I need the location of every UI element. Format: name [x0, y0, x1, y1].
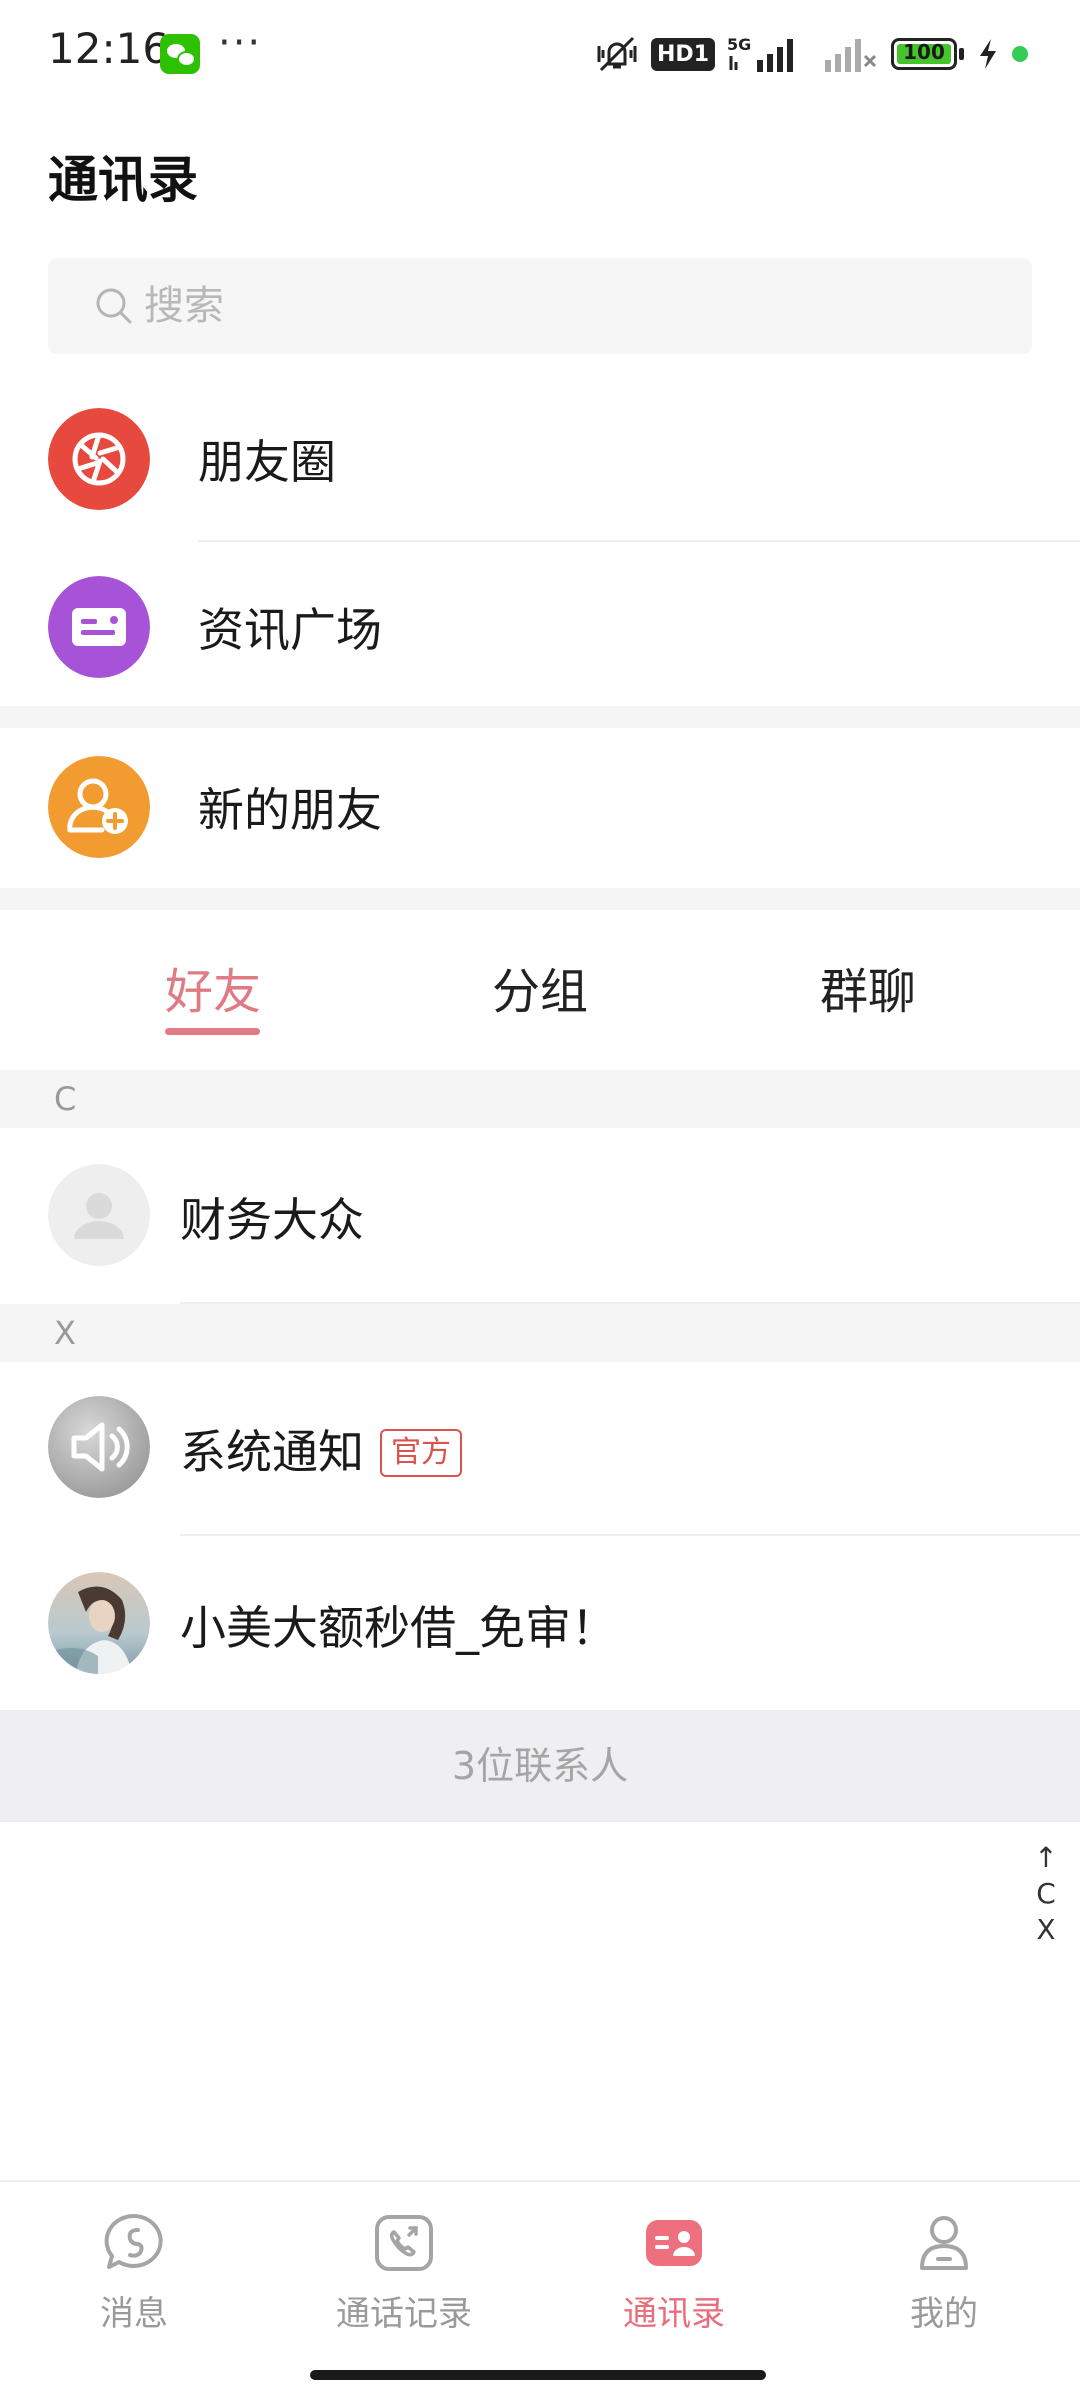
official-badge: 官方 [380, 1428, 462, 1477]
feature-label: 新的朋友 [198, 783, 382, 837]
contact-item[interactable]: 小美大额秒借_免审！ [0, 1536, 1080, 1710]
section-gap [0, 888, 1080, 910]
battery-icon: 100 [891, 38, 957, 70]
news-card-icon [48, 576, 150, 678]
more-notifications-icon: ··· [218, 20, 263, 66]
contacts-icon [646, 2220, 702, 2266]
nav-messages[interactable]: 消息 [34, 2212, 234, 2335]
contact-name: 小美大额秒借_免审！ [180, 1601, 617, 1655]
status-bar: 12:16 ··· HD1 5G 100 [0, 0, 1080, 110]
speaker-icon [48, 1396, 150, 1498]
page-title: 通讯录 [48, 151, 198, 209]
alphabet-index-bar[interactable]: ↑ C X [1026, 1840, 1066, 1948]
feature-new-friends[interactable]: 新的朋友 [0, 728, 1080, 900]
active-tab-indicator [165, 1028, 260, 1035]
add-friend-icon [48, 756, 150, 858]
nav-contacts[interactable]: 通讯录 [574, 2212, 774, 2335]
section-header-x: X [0, 1304, 1080, 1362]
home-indicator[interactable] [310, 2370, 766, 2380]
feature-label: 资讯广场 [198, 603, 382, 657]
contact-item[interactable]: 财务大众 [0, 1128, 1080, 1302]
hd-badge: HD1 [651, 37, 715, 71]
tab-group-chats[interactable]: 群聊 [820, 952, 916, 1022]
feature-moments[interactable]: 朋友圈 [0, 372, 1080, 544]
contact-item[interactable]: 系统通知 官方 [0, 1360, 1080, 1534]
contact-count-bar: 3位联系人 [0, 1710, 1080, 1822]
vibrate-mute-icon [597, 36, 637, 72]
signal-5g-icon: 5G [727, 35, 793, 72]
search-input[interactable] [144, 258, 1004, 354]
camera-shutter-icon [48, 408, 150, 510]
tab-friends[interactable]: 好友 [165, 952, 261, 1022]
section-letter: C [54, 1080, 77, 1118]
index-up-arrow[interactable]: ↑ [1026, 1840, 1066, 1876]
privacy-indicator-dot [1012, 46, 1028, 62]
contact-count: 3位联系人 [451, 1744, 629, 1788]
nav-call-log[interactable]: 通话记录 [304, 2212, 504, 2335]
nav-label: 消息 [100, 2294, 168, 2334]
nav-label: 通话记录 [336, 2294, 472, 2334]
section-letter: X [54, 1314, 76, 1352]
section-header-c: C [0, 1070, 1080, 1128]
call-log-icon [375, 2215, 433, 2271]
search-icon [96, 288, 132, 324]
index-letter-c[interactable]: C [1026, 1876, 1066, 1912]
tab-groups[interactable]: 分组 [492, 952, 588, 1022]
message-icon [104, 2213, 163, 2269]
battery-tip [959, 48, 964, 60]
feature-label: 朋友圈 [198, 435, 336, 489]
status-icons: HD1 5G 100 [595, 32, 1028, 76]
feature-news-plaza[interactable]: 资讯广场 [0, 540, 1080, 712]
search-box[interactable] [48, 258, 1032, 354]
status-time: 12:16 [48, 24, 170, 73]
signal-2-icon [825, 39, 877, 72]
charging-icon [980, 39, 996, 69]
photo-avatar [48, 1572, 150, 1674]
nav-label: 我的 [910, 2294, 978, 2334]
nav-label: 通讯录 [623, 2294, 725, 2334]
profile-icon [920, 2216, 968, 2270]
wechat-notification-icon [160, 34, 200, 74]
section-gap [0, 706, 1080, 728]
default-avatar-icon [48, 1164, 150, 1266]
index-letter-x[interactable]: X [1026, 1912, 1066, 1948]
svg-text:5G: 5G [727, 35, 751, 54]
contact-name: 财务大众 [180, 1193, 364, 1247]
bottom-nav: 消息 通话记录 通讯录 我的 [0, 2180, 1080, 2400]
contact-name: 系统通知 官方 [180, 1416, 462, 1482]
nav-profile[interactable]: 我的 [844, 2212, 1044, 2335]
